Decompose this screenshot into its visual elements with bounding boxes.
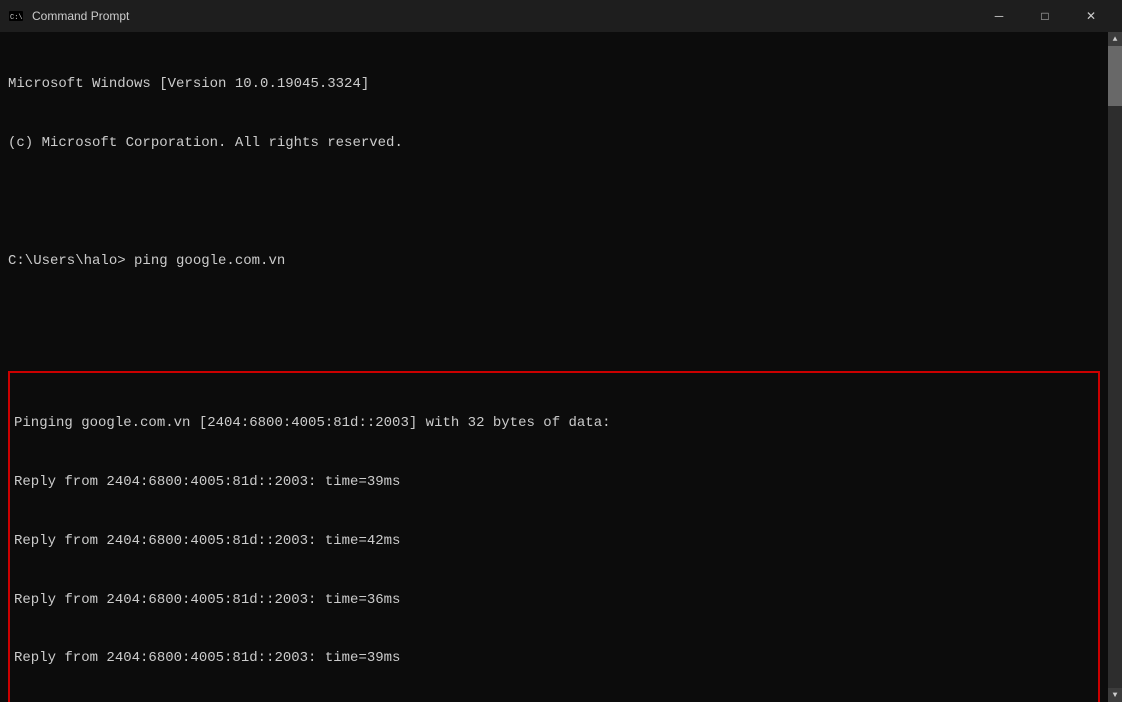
content-area: Microsoft Windows [Version 10.0.19045.33… [0, 32, 1122, 702]
ping-line-1: Pinging google.com.vn [2404:6800:4005:81… [14, 414, 1094, 434]
ping-line-3: Reply from 2404:6800:4005:81d::2003: tim… [14, 532, 1094, 552]
scroll-up-arrow[interactable]: ▲ [1108, 32, 1122, 46]
cmd-icon: C:\ [8, 8, 24, 24]
svg-text:C:\: C:\ [10, 14, 23, 22]
cmd-window: C:\ Command Prompt ─ □ ✕ Microsoft Windo… [0, 0, 1122, 702]
ping-line-4: Reply from 2404:6800:4005:81d::2003: tim… [14, 591, 1094, 611]
ping-line-5: Reply from 2404:6800:4005:81d::2003: tim… [14, 649, 1094, 669]
titlebar: C:\ Command Prompt ─ □ ✕ [0, 0, 1122, 32]
window-title: Command Prompt [32, 9, 976, 23]
terminal-output[interactable]: Microsoft Windows [Version 10.0.19045.33… [0, 32, 1108, 702]
scrollbar-thumb[interactable] [1108, 46, 1122, 106]
minimize-button[interactable]: ─ [976, 0, 1022, 32]
scroll-down-arrow[interactable]: ▼ [1108, 688, 1122, 702]
scrollbar[interactable]: ▲ ▼ [1108, 32, 1122, 702]
terminal-line-3 [8, 193, 1100, 213]
window-controls: ─ □ ✕ [976, 0, 1114, 32]
close-button[interactable]: ✕ [1068, 0, 1114, 32]
ping-results-block: Pinging google.com.vn [2404:6800:4005:81… [8, 371, 1100, 702]
ping-line-2: Reply from 2404:6800:4005:81d::2003: tim… [14, 473, 1094, 493]
terminal-line-1: Microsoft Windows [Version 10.0.19045.33… [8, 75, 1100, 95]
maximize-button[interactable]: □ [1022, 0, 1068, 32]
terminal-line-5 [8, 310, 1100, 330]
terminal-line-2: (c) Microsoft Corporation. All rights re… [8, 134, 1100, 154]
scrollbar-track[interactable] [1108, 46, 1122, 688]
terminal-line-4: C:\Users\halo> ping google.com.vn [8, 252, 1100, 272]
